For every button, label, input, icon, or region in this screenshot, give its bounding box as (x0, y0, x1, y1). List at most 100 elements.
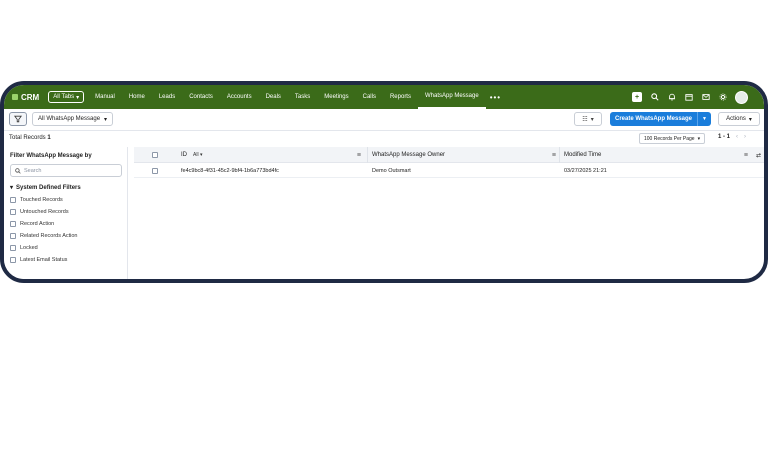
column-menu-icon[interactable]: ≡ (552, 152, 556, 159)
list-toolbar: All WhatsApp Message ▾ ☷ ▾ Create WhatsA… (4, 109, 764, 131)
column-header-modified-time[interactable]: Modified Time ≡ (564, 147, 748, 163)
filter-checkbox[interactable] (10, 197, 16, 203)
records-subbar: Total Records 1 100 Records Per Page ▾ 1… (4, 131, 764, 147)
filter-toggle-button[interactable] (9, 112, 27, 126)
top-navigation-bar: CRM All Tabs ▾ Manual Home Leads Contact… (4, 85, 764, 109)
actions-label: Actions (726, 116, 746, 122)
custom-view-label: All WhatsApp Message (38, 116, 101, 122)
chevron-down-icon: ▾ (104, 116, 108, 123)
filter-item-latest-email-status[interactable]: Latest Email Status (10, 254, 77, 266)
filter-sidebar: Filter WhatsApp Message by ▾ System Defi… (4, 147, 128, 279)
id-filter-label: All (193, 152, 199, 158)
tab-tasks[interactable]: Tasks (288, 85, 317, 109)
filter-checkbox[interactable] (10, 233, 16, 239)
filter-search (10, 164, 122, 177)
column-header-owner[interactable]: WhatsApp Message Owner ≡ (372, 147, 556, 163)
avatar[interactable] (735, 90, 748, 104)
filter-search-input[interactable] (24, 167, 114, 174)
filter-item-related-records-action[interactable]: Related Records Action (10, 230, 77, 242)
create-button-label: Create WhatsApp Message (614, 116, 693, 122)
chevron-down-icon: ▾ (590, 116, 594, 123)
top-icons: + (632, 85, 748, 109)
filter-item-locked[interactable]: Locked (10, 242, 77, 254)
tab-home[interactable]: Home (122, 85, 152, 109)
id-filter-select[interactable]: All ▾ (193, 152, 202, 158)
system-defined-filters-toggle[interactable]: ▾ System Defined Filters (10, 184, 81, 192)
tab-deals[interactable]: Deals (259, 85, 288, 109)
total-records-count: 1 (47, 135, 51, 141)
records-table: ID All ▾ ≡ WhatsApp Message Owner ≡ Modi… (134, 147, 764, 279)
create-dropdown-icon[interactable]: ▼ (697, 112, 711, 126)
create-whatsapp-message-button[interactable]: Create WhatsApp Message ▼ (610, 112, 711, 126)
brand-name: CRM (21, 92, 40, 102)
calendar-icon[interactable] (684, 93, 693, 102)
column-menu-icon[interactable]: ≡ (744, 152, 748, 159)
cell-id[interactable]: fe4c9bc8-4f31-45c2-9bf4-1b6a773bd4fc (181, 163, 279, 178)
filter-checkbox[interactable] (10, 257, 16, 263)
tab-whatsapp-message[interactable]: WhatsApp Message (417, 85, 486, 109)
list-view-icon: ☷ (582, 116, 588, 123)
select-all-cell (152, 147, 158, 163)
plus-icon[interactable]: + (632, 92, 642, 102)
row-checkbox[interactable] (152, 167, 158, 174)
filter-label: Locked (20, 245, 38, 251)
filter-label: Latest Email Status (20, 257, 68, 263)
select-all-checkbox[interactable] (152, 152, 158, 158)
filter-item-untouched-records[interactable]: Untouched Records (10, 206, 77, 218)
filter-checkbox[interactable] (10, 245, 16, 251)
tab-calls[interactable]: Calls (356, 85, 383, 109)
column-title: WhatsApp Message Owner (372, 152, 446, 158)
section-title: System Defined Filters (16, 184, 81, 191)
bell-icon[interactable] (667, 93, 676, 102)
tab-accounts[interactable]: Accounts (220, 85, 259, 109)
table-row[interactable]: fe4c9bc8-4f31-45c2-9bf4-1b6a773bd4fc Dem… (134, 163, 764, 178)
more-tabs-icon[interactable]: ••• (486, 93, 505, 102)
filter-checkbox[interactable] (10, 209, 16, 215)
column-menu-icon[interactable]: ≡ (357, 152, 361, 159)
records-per-page-select[interactable]: 100 Records Per Page ▾ (639, 133, 706, 144)
column-header-id[interactable]: ID All ▾ ≡ (181, 147, 361, 163)
page-range: 1 - 1 (718, 134, 731, 140)
filter-sidebar-title: Filter WhatsApp Message by (10, 153, 92, 159)
module-tabs: Manual Home Leads Contacts Accounts Deal… (88, 85, 505, 109)
all-tabs-button[interactable]: All Tabs ▾ (48, 91, 85, 103)
crm-logo[interactable]: CRM (12, 93, 39, 102)
filter-label: Record Action (20, 221, 55, 227)
custom-view-select[interactable]: All WhatsApp Message ▾ (32, 112, 114, 126)
tab-manual[interactable]: Manual (88, 85, 122, 109)
cell-modified-time: 03/27/2025 21:21 (564, 167, 607, 174)
tab-reports[interactable]: Reports (383, 85, 418, 109)
tab-meetings[interactable]: Meetings (317, 85, 355, 109)
table-header: ID All ▾ ≡ WhatsApp Message Owner ≡ Modi… (134, 147, 764, 163)
next-page-icon[interactable]: › (744, 134, 746, 140)
tab-contacts[interactable]: Contacts (182, 85, 220, 109)
filter-label: Related Records Action (20, 233, 78, 239)
filter-item-touched-records[interactable]: Touched Records (10, 194, 77, 206)
actions-button[interactable]: Actions ▾ (718, 112, 760, 126)
caret-down-icon: ▾ (10, 185, 14, 191)
all-tabs-label: All Tabs (53, 94, 75, 100)
gear-icon[interactable] (718, 93, 727, 102)
column-resize-handle[interactable] (367, 147, 368, 163)
chevron-down-icon: ▾ (697, 135, 701, 142)
mail-icon[interactable] (701, 93, 710, 102)
total-records-label: Total Records (9, 135, 46, 141)
pagination: 1 - 1 ‹ › (718, 134, 746, 140)
filter-label: Untouched Records (20, 209, 69, 215)
filter-item-record-action[interactable]: Record Action (10, 218, 77, 230)
column-settings-icon[interactable]: ⇄ (756, 147, 761, 163)
cell-owner: Demo Outsmart (372, 167, 411, 174)
tab-leads[interactable]: Leads (152, 85, 182, 109)
app-window: CRM All Tabs ▾ Manual Home Leads Contact… (0, 81, 768, 283)
caret-down-icon: ▾ (199, 152, 203, 158)
prev-page-icon[interactable]: ‹ (736, 134, 738, 140)
search-icon[interactable] (650, 93, 659, 102)
view-layout-button[interactable]: ☷ ▾ (574, 112, 602, 126)
chevron-down-icon: ▾ (748, 116, 752, 123)
crm-logo-icon (12, 94, 18, 100)
filter-checkbox[interactable] (10, 221, 16, 227)
filter-label: Touched Records (20, 197, 63, 203)
filter-list: Touched Records Untouched Records Record… (10, 194, 77, 266)
column-resize-handle[interactable] (559, 147, 560, 163)
column-title: Modified Time (564, 152, 602, 158)
